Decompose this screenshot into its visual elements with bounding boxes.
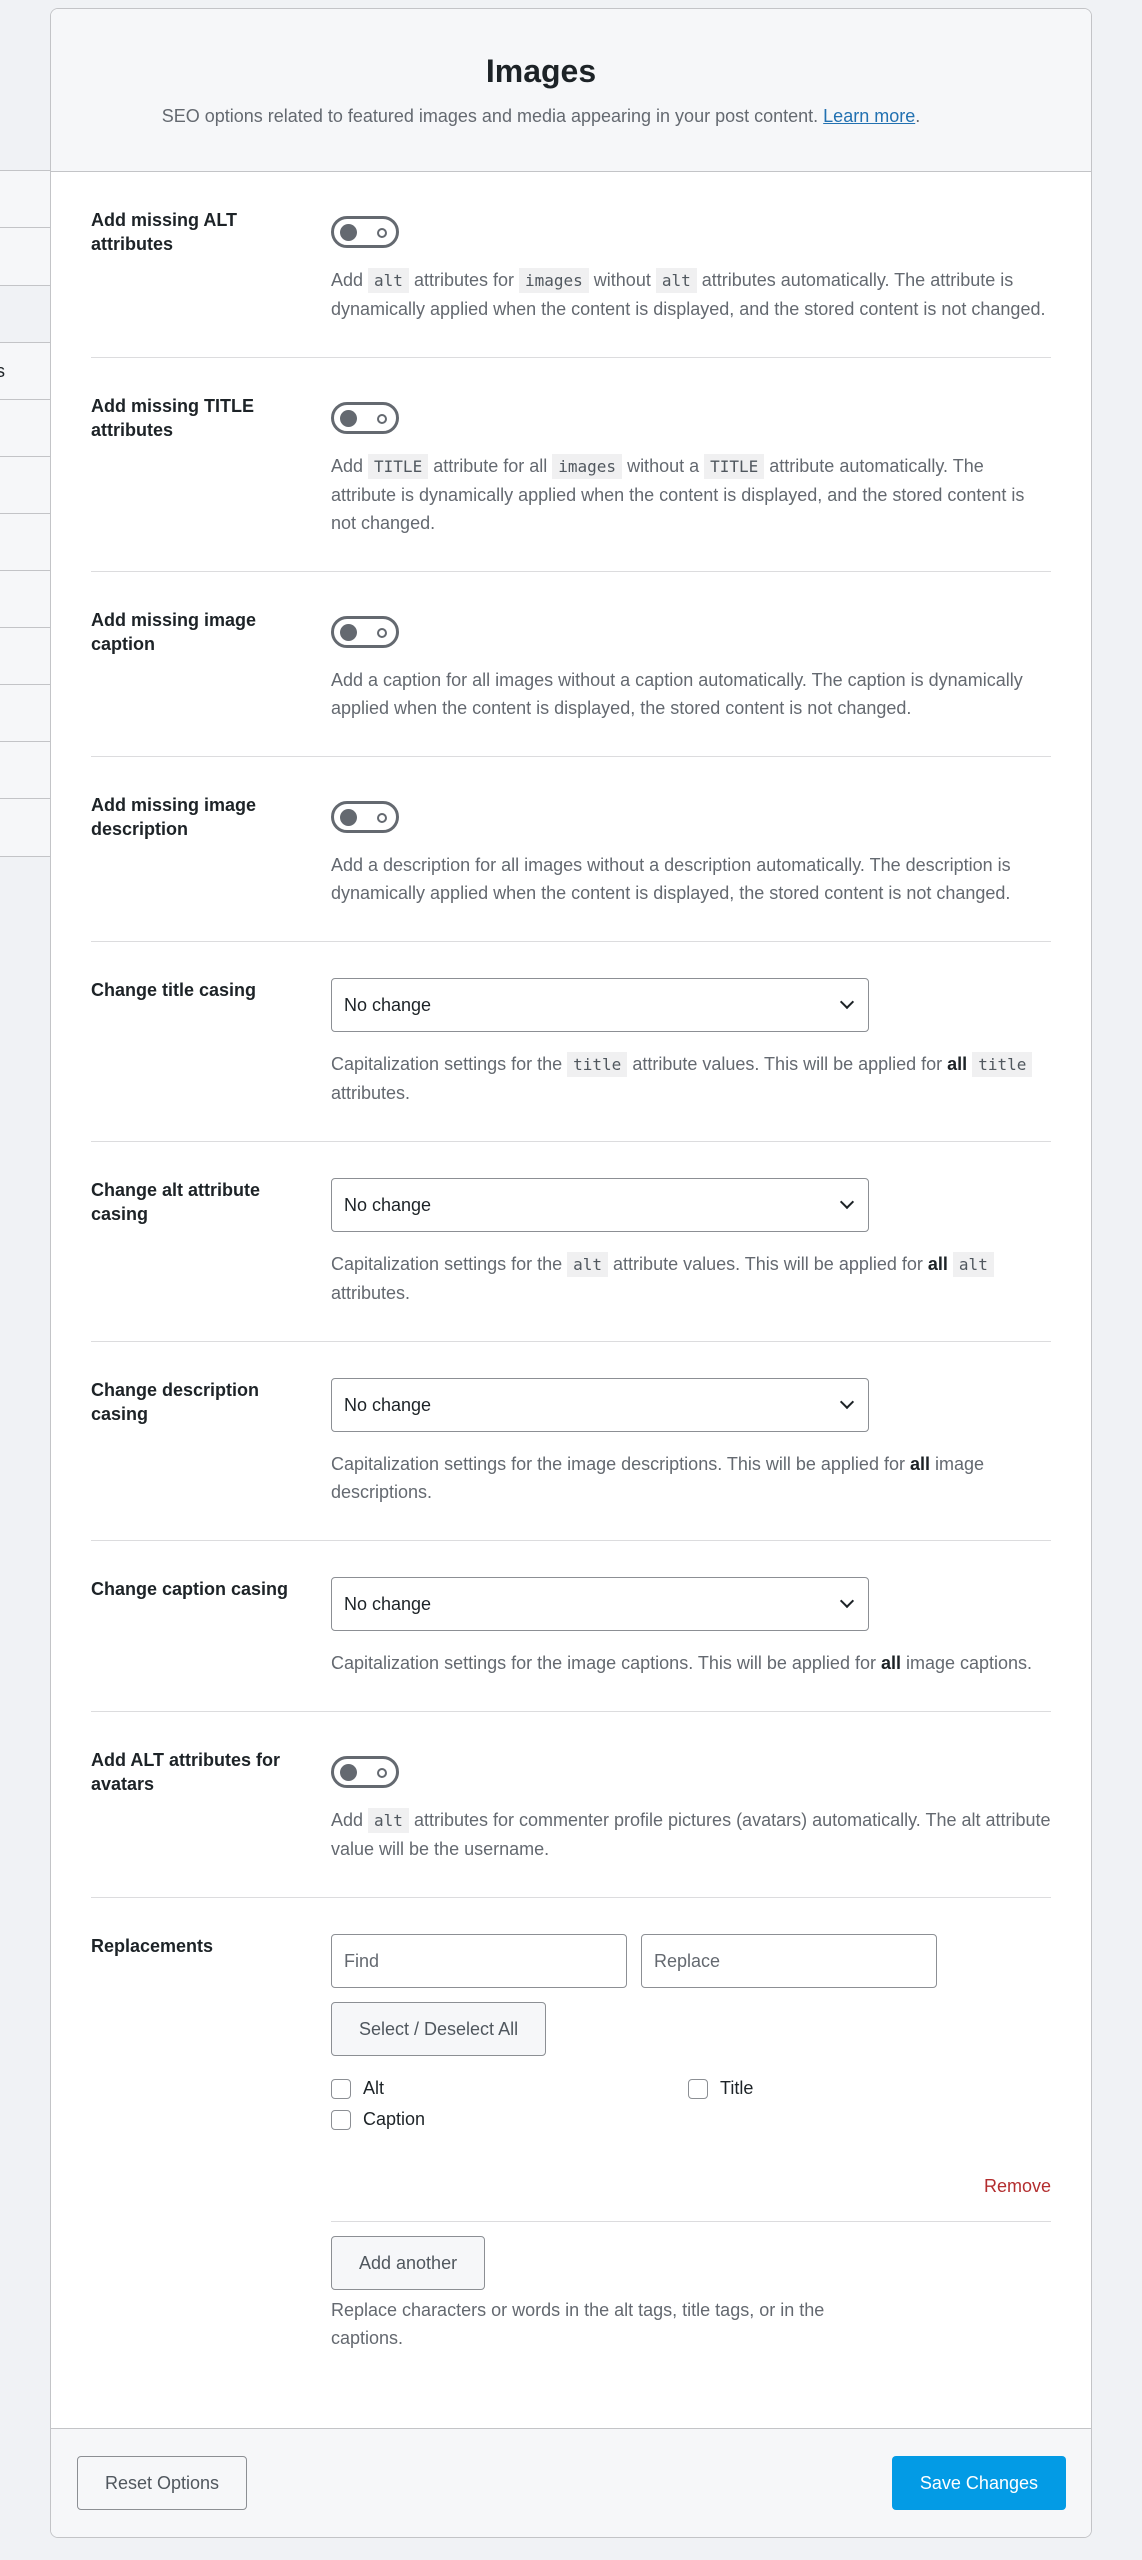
sidebar-item[interactable]: s: [0, 343, 50, 400]
missing-description-toggle[interactable]: [331, 801, 399, 833]
select-deselect-all-button[interactable]: Select / Deselect All: [331, 2002, 547, 2056]
chevron-down-icon: [839, 1194, 855, 1210]
toggle-off-indicator-icon: [377, 628, 387, 638]
checkbox-icon[interactable]: [688, 2078, 708, 2099]
avatar-alt-toggle[interactable]: [331, 1756, 399, 1788]
alt-casing-select[interactable]: No change: [331, 1178, 869, 1232]
save-changes-button[interactable]: Save Changes: [891, 2456, 1066, 2510]
checkbox-icon[interactable]: [331, 2109, 351, 2130]
page-title: Images: [485, 53, 597, 89]
setting-label: Change alt attribute casing: [91, 1180, 261, 1224]
setting-missing-description: Add missing image description Add a desc…: [91, 757, 1051, 942]
setting-description: Add alt attributes for images without al…: [331, 268, 1046, 319]
setting-missing-caption: Add missing image caption Add a caption …: [91, 572, 1051, 757]
setting-description: Add alt attributes for commenter profile…: [331, 1808, 1051, 1859]
setting-label: Add missing image description: [91, 795, 257, 839]
sidebar-item[interactable]: [0, 171, 50, 228]
sidebar-item[interactable]: [0, 799, 50, 856]
setting-description: Add a description for all images without…: [331, 855, 1011, 903]
toggle-off-indicator-icon: [377, 1768, 387, 1778]
setting-caption-casing: Change caption casing No change Capitali…: [91, 1541, 1051, 1712]
setting-missing-title: Add missing TITLE attributes Add TITLE a…: [91, 358, 1051, 572]
chevron-down-icon: [839, 1394, 855, 1410]
setting-label: Add missing ALT attributes: [91, 210, 237, 254]
toggle-off-indicator-icon: [377, 228, 387, 238]
checkbox-alt[interactable]: Alt: [331, 2078, 688, 2099]
page-subtitle: SEO options related to featured images a…: [161, 106, 921, 126]
missing-alt-toggle[interactable]: [331, 216, 399, 248]
replace-input[interactable]: [641, 1934, 937, 1988]
toggle-off-indicator-icon: [377, 813, 387, 823]
panel-header: Images SEO options related to featured i…: [51, 9, 1091, 172]
setting-description-casing: Change description casing No change Capi…: [91, 1342, 1051, 1541]
title-casing-select[interactable]: No change: [331, 978, 869, 1032]
panel-footer: Reset Options Save Changes: [51, 2428, 1091, 2537]
setting-title-casing: Change title casing No change Capitaliza…: [91, 942, 1051, 1142]
setting-missing-alt: Add missing ALT attributes Add alt attri…: [91, 172, 1051, 358]
learn-more-link[interactable]: Learn more: [823, 106, 915, 126]
setting-description: Add TITLE attribute for all images witho…: [331, 454, 1025, 533]
sidebar-item[interactable]: [0, 228, 50, 285]
checkbox-caption[interactable]: Caption: [331, 2109, 688, 2130]
reset-options-button[interactable]: Reset Options: [77, 2456, 248, 2510]
toggle-off-indicator-icon: [377, 414, 387, 424]
find-input[interactable]: [331, 1934, 627, 1988]
missing-title-toggle[interactable]: [331, 402, 399, 434]
checkbox-title[interactable]: Title: [688, 2078, 1051, 2099]
description-casing-select[interactable]: No change: [331, 1378, 869, 1432]
sidebar-item[interactable]: [0, 742, 50, 799]
settings-content: Add missing ALT attributes Add alt attri…: [51, 172, 1091, 2386]
toggle-knob: [340, 224, 357, 241]
add-another-button[interactable]: Add another: [331, 2236, 486, 2290]
sidebar-item[interactable]: [0, 571, 50, 628]
toggle-knob: [340, 410, 357, 427]
setting-description: Capitalization settings for the image ca…: [331, 1653, 1033, 1673]
setting-label: Change caption casing: [91, 1579, 289, 1599]
setting-description: Capitalization settings for the image de…: [331, 1454, 985, 1502]
setting-avatar-alt: Add ALT attributes for avatars Add alt a…: [91, 1712, 1051, 1898]
settings-panel: Images SEO options related to featured i…: [50, 8, 1092, 2538]
setting-description: Add a caption for all images without a c…: [331, 670, 1023, 718]
sidebar-item[interactable]: [0, 457, 50, 514]
checkbox-icon[interactable]: [331, 2078, 351, 2099]
remove-link[interactable]: Remove: [984, 2176, 1051, 2196]
setting-label: Add missing image caption: [91, 610, 257, 654]
toggle-knob: [340, 624, 357, 641]
sidebar-item[interactable]: [0, 514, 50, 571]
caption-casing-select[interactable]: No change: [331, 1577, 869, 1631]
replacement-targets: Alt Title Caption: [331, 2078, 1051, 2130]
setting-label: Add ALT attributes for avatars: [91, 1750, 280, 1794]
sidebar-item[interactable]: [0, 400, 50, 457]
setting-label: Replacements: [91, 1936, 214, 1956]
toggle-knob: [340, 1764, 357, 1781]
toggle-knob: [340, 809, 357, 826]
sidebar-group-2: s: [0, 342, 51, 857]
setting-label: Change title casing: [91, 980, 257, 1000]
setting-label: Change description casing: [91, 1380, 260, 1424]
setting-replacements: Replacements Select / Deselect All Alt T…: [91, 1898, 1051, 2386]
setting-description: Capitalization settings for the title at…: [331, 1050, 1051, 1107]
setting-description: Capitalization settings for the alt attr…: [331, 1250, 1051, 1307]
setting-alt-casing: Change alt attribute casing No change Ca…: [91, 1142, 1051, 1342]
sidebar-item[interactable]: [0, 628, 50, 685]
setting-description: Replace characters or words in the alt t…: [331, 2300, 825, 2348]
missing-caption-toggle[interactable]: [331, 616, 399, 648]
chevron-down-icon: [839, 1593, 855, 1609]
sidebar-group-1: [0, 170, 51, 286]
setting-label: Add missing TITLE attributes: [91, 396, 255, 440]
chevron-down-icon: [839, 994, 855, 1010]
sidebar-item[interactable]: [0, 685, 50, 742]
